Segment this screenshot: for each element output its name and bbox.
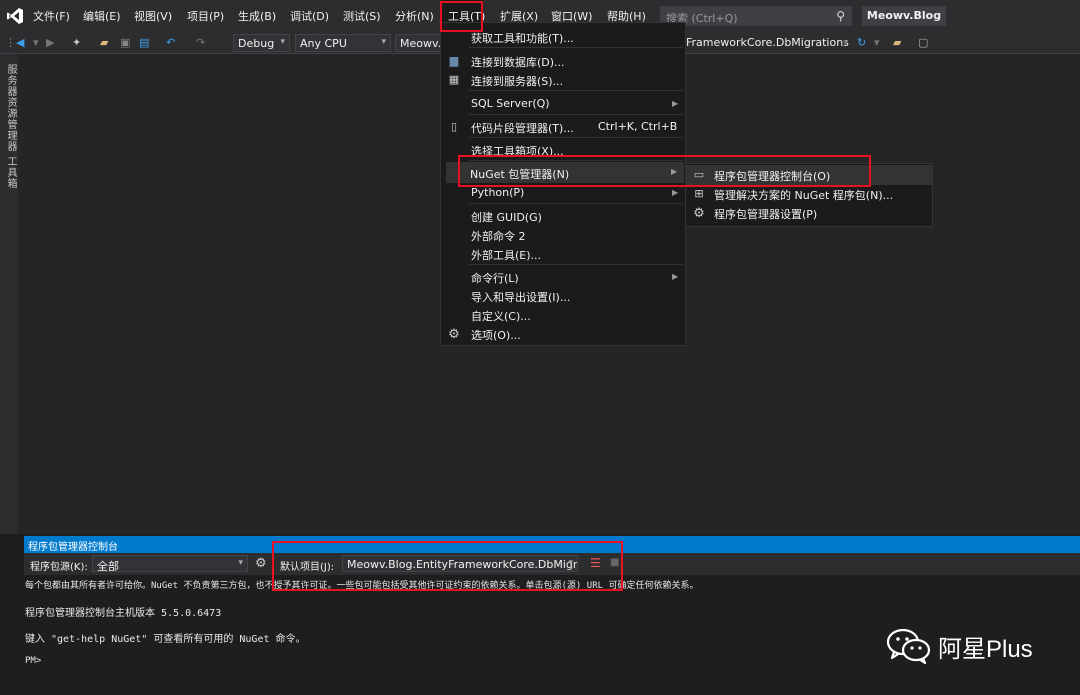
menu-item-command-line[interactable]: 命令行(L)	[471, 270, 519, 286]
watermark-text: 阿星Plus	[938, 636, 1033, 663]
menu-item-options[interactable]: 选项(O)...	[471, 327, 521, 343]
redo-icon[interactable]: ↷	[196, 36, 205, 49]
left-tool-strip: 服务器资源管理器 工具箱	[0, 54, 18, 534]
console-prompt: PM>	[25, 656, 42, 666]
tools-menu-lower: Python(P) ▶ 创建 GUID(G) 外部命令 2 外部工具(E)...…	[441, 184, 685, 346]
chevron-down-icon[interactable]: ▾	[33, 36, 39, 49]
back-icon[interactable]: ◀	[16, 36, 24, 49]
menu-item-create-guid[interactable]: 创建 GUID(G)	[471, 209, 542, 225]
window-layout-icon[interactable]: ▢	[918, 36, 928, 49]
toolbar-grip-icon: ⋮	[5, 36, 16, 49]
nuget-submenu-lower: ⊞ 管理解决方案的 NuGet 程序包(N)... ⚙ 程序包管理器设置(P)	[686, 186, 932, 226]
menu-separator	[469, 90, 683, 91]
chevron-down-icon[interactable]: ▾	[874, 36, 880, 49]
database-add-icon: ▆	[449, 54, 459, 67]
highlight-box-tools	[440, 1, 483, 32]
wechat-logo-icon	[886, 628, 931, 664]
refresh-icon[interactable]: ↻	[857, 36, 866, 49]
menu-separator	[469, 203, 683, 204]
visual-studio-logo-icon	[7, 8, 23, 24]
menu-view[interactable]: 视图(V)	[134, 8, 172, 24]
startup-item-text[interactable]: FrameworkCore.DbMigrations	[686, 36, 849, 49]
gear-icon: ⚙	[693, 206, 705, 221]
code-snippet-icon: ▯	[450, 120, 458, 133]
package-source-select[interactable]: 全部 ▾	[92, 555, 248, 572]
gear-icon: ⚙	[448, 327, 460, 342]
menu-item-external-command[interactable]: 外部命令 2	[471, 228, 526, 244]
save-icon[interactable]: ▣	[120, 36, 130, 49]
menu-item-external-tools[interactable]: 外部工具(E)...	[471, 247, 541, 263]
menu-project[interactable]: 项目(P)	[187, 8, 224, 24]
submenu-item-settings[interactable]: 程序包管理器设置(P)	[714, 206, 817, 222]
server-add-icon: ▦	[448, 73, 460, 86]
submenu-item-manage-solution[interactable]: 管理解决方案的 NuGet 程序包(N)...	[714, 187, 893, 203]
menu-item-connect-db[interactable]: 连接到数据库(D)...	[471, 54, 565, 70]
submenu-arrow-icon: ▶	[672, 188, 679, 197]
menu-edit[interactable]: 编辑(E)	[83, 8, 121, 24]
find-in-files-icon[interactable]: ▰	[893, 36, 901, 49]
save-all-icon[interactable]: ▤	[139, 36, 149, 49]
menu-test[interactable]: 测试(S)	[343, 8, 381, 24]
watermark: 阿星Plus	[886, 626, 1056, 666]
startup-project-select[interactable]: Meowv.B	[395, 34, 441, 52]
forward-icon[interactable]: ▶	[46, 36, 54, 49]
menu-separator	[469, 137, 683, 138]
tab-toolbox[interactable]: 工具箱	[3, 156, 18, 189]
solution-name: Meowv.Blog	[862, 6, 946, 26]
menu-file[interactable]: 文件(F)	[33, 8, 70, 24]
search-icon[interactable]: ⚲	[836, 9, 845, 23]
platform-select[interactable]: Any CPU ▾	[295, 34, 391, 52]
menu-debug[interactable]: 调试(D)	[290, 8, 329, 24]
highlight-box-nuget	[458, 155, 871, 187]
chevron-down-icon: ▾	[381, 37, 386, 47]
menu-item-customize[interactable]: 自定义(C)...	[471, 308, 531, 324]
new-project-icon[interactable]: ✦	[72, 36, 81, 49]
open-folder-icon[interactable]: ▰	[100, 36, 108, 49]
menu-analyze[interactable]: 分析(N)	[395, 8, 434, 24]
console-line: 键入 "get-help NuGet" 可查看所有可用的 NuGet 命令。	[25, 634, 306, 645]
menu-separator	[469, 47, 683, 48]
submenu-arrow-icon: ▶	[672, 272, 679, 281]
search-box[interactable]: 搜索 (Ctrl+Q) ⚲	[660, 6, 852, 26]
menu-item-connect-server[interactable]: 连接到服务器(S)...	[471, 73, 563, 89]
menu-item-get-tools[interactable]: 获取工具和功能(T)...	[471, 30, 574, 46]
console-line: 程序包管理器控制台主机版本 5.5.0.6473	[25, 608, 222, 619]
chevron-down-icon[interactable]: ▾	[843, 36, 849, 49]
menu-build[interactable]: 生成(B)	[238, 8, 276, 24]
tab-server-explorer[interactable]: 服务器资源管理器	[3, 64, 18, 152]
submenu-arrow-icon: ▶	[672, 99, 679, 108]
package-source-label: 程序包源(K):	[30, 562, 88, 573]
menu-separator	[469, 114, 683, 115]
chevron-down-icon: ▾	[280, 37, 285, 47]
gear-icon[interactable]: ⚙	[255, 556, 267, 571]
menu-item-python[interactable]: Python(P)	[471, 186, 524, 199]
chevron-down-icon: ▾	[238, 558, 243, 568]
menu-item-snippets[interactable]: 代码片段管理器(T)...	[471, 120, 574, 136]
menu-item-sql-server[interactable]: SQL Server(Q)	[471, 97, 550, 110]
solution-config-select[interactable]: Debug ▾	[233, 34, 290, 52]
nuget-packages-icon: ⊞	[694, 187, 704, 200]
highlight-box-default-project	[272, 541, 623, 591]
menu-separator	[469, 264, 683, 265]
snippets-shortcut: Ctrl+K, Ctrl+B	[598, 120, 678, 133]
undo-icon[interactable]: ↶	[166, 36, 175, 49]
menu-item-import-export[interactable]: 导入和导出设置(I)...	[471, 289, 570, 305]
